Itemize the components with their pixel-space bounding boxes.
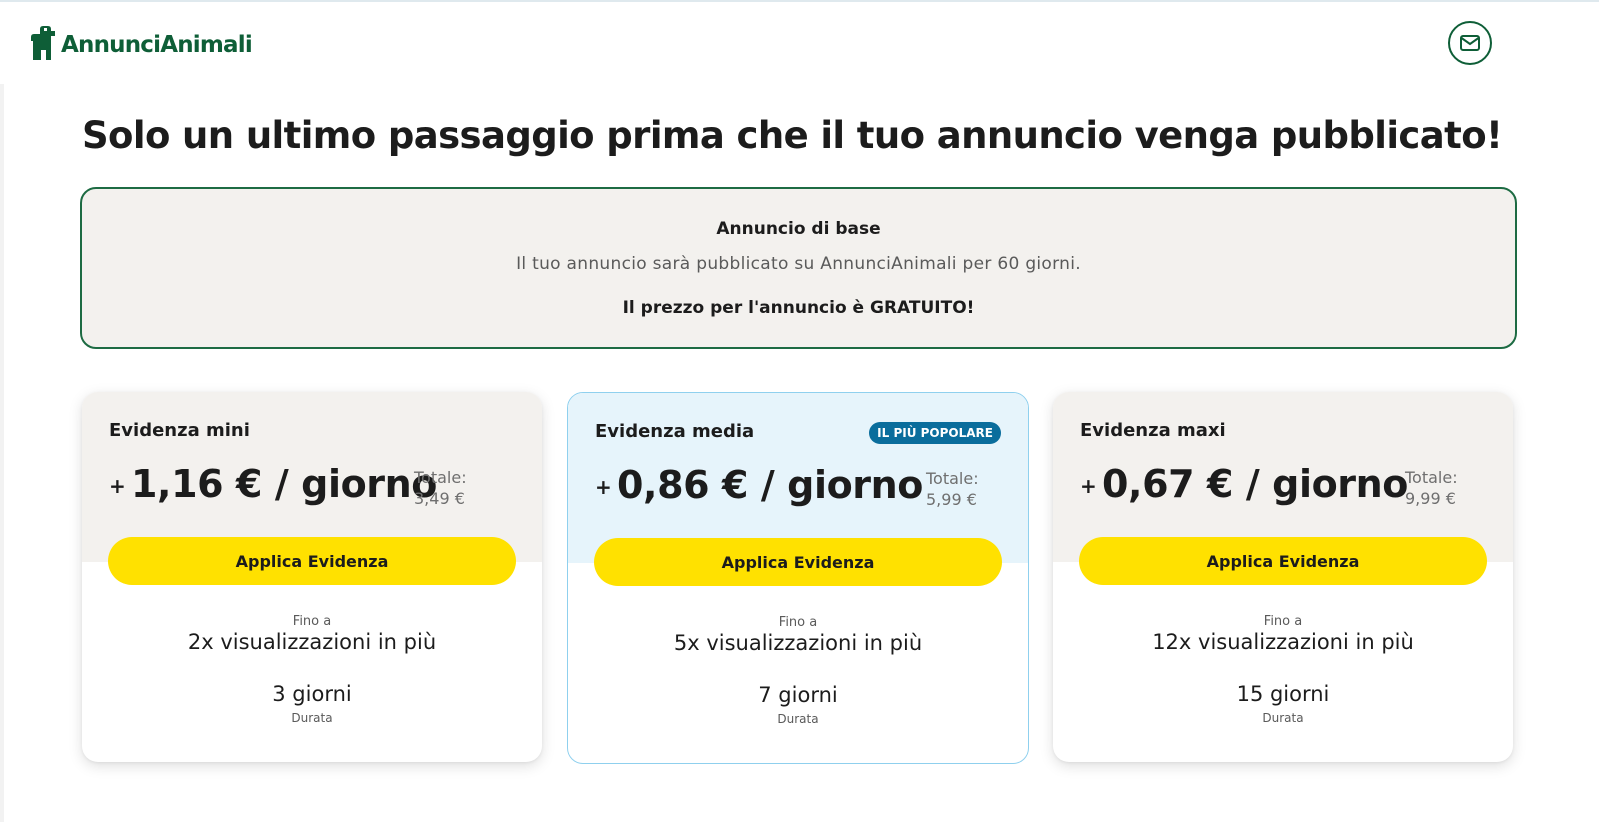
total-price: Totale: 3,49 € (414, 467, 467, 509)
popular-badge: IL PIÙ POPOLARE (869, 422, 1001, 444)
base-ad-title: Annuncio di base (716, 219, 881, 239)
page-title: Solo un ultimo passaggio prima che il tu… (82, 114, 1503, 157)
brand-name: AnnunciAnimali (61, 32, 253, 58)
apply-evidenza-button[interactable]: Applica Evidenza (108, 537, 516, 585)
plan-name: Evidenza mini (109, 420, 250, 441)
total-price: Totale: 9,99 € (1405, 467, 1458, 509)
total-price: Totale: 5,99 € (926, 468, 979, 510)
base-ad-price: Il prezzo per l'annuncio è GRATUITO! (622, 298, 975, 318)
plan-name: Evidenza maxi (1080, 420, 1226, 441)
duration-days: 15 giorni (1236, 682, 1330, 706)
base-ad-panel: Annuncio di base Il tuo annuncio sarà pu… (80, 187, 1517, 349)
top-border (0, 0, 1599, 2)
plan-card-media: Evidenza media IL PIÙ POPOLARE + 0,86 € … (567, 392, 1029, 764)
base-ad-description: Il tuo annuncio sarà pubblicato su Annun… (516, 254, 1081, 274)
views-prefix: Fino a (778, 615, 818, 630)
duration-label: Durata (777, 712, 819, 726)
duration-days: 3 giorni (272, 682, 352, 706)
views-multiplier: 2x visualizzazioni in più (187, 630, 437, 654)
total-label: Totale: (926, 469, 979, 488)
logo-animal-icon (31, 26, 55, 60)
total-value: 3,49 € (414, 489, 465, 508)
apply-evidenza-button[interactable]: Applica Evidenza (594, 538, 1002, 586)
views-prefix: Fino a (1263, 614, 1303, 629)
total-label: Totale: (1405, 468, 1458, 487)
total-value: 5,99 € (926, 490, 977, 509)
left-edge (0, 84, 4, 822)
views-multiplier: 12x visualizzazioni in più (1152, 630, 1414, 654)
daily-price: 1,16 € / giorno (131, 462, 437, 506)
plan-card-maxi: Evidenza maxi + 0,67 € / giorno Totale: … (1053, 392, 1513, 762)
plan-name: Evidenza media (595, 421, 755, 442)
views-multiplier: 5x visualizzazioni in più (673, 631, 923, 655)
plus-sign: + (109, 474, 126, 498)
duration-days: 7 giorni (758, 683, 838, 707)
plus-sign: + (1080, 474, 1097, 498)
total-value: 9,99 € (1405, 489, 1456, 508)
brand-logo[interactable]: AnnunciAnimali (30, 26, 253, 60)
apply-evidenza-button[interactable]: Applica Evidenza (1079, 537, 1487, 585)
views-prefix: Fino a (292, 614, 332, 629)
messages-button[interactable] (1448, 21, 1492, 65)
plus-sign: + (595, 475, 612, 499)
plan-card-mini: Evidenza mini + 1,16 € / giorno Totale: … (82, 392, 542, 762)
daily-price: 0,86 € / giorno (617, 463, 923, 507)
total-label: Totale: (414, 468, 467, 487)
duration-label: Durata (1262, 711, 1304, 725)
duration-label: Durata (291, 711, 333, 725)
envelope-icon (1460, 35, 1480, 51)
daily-price: 0,67 € / giorno (1102, 462, 1408, 506)
